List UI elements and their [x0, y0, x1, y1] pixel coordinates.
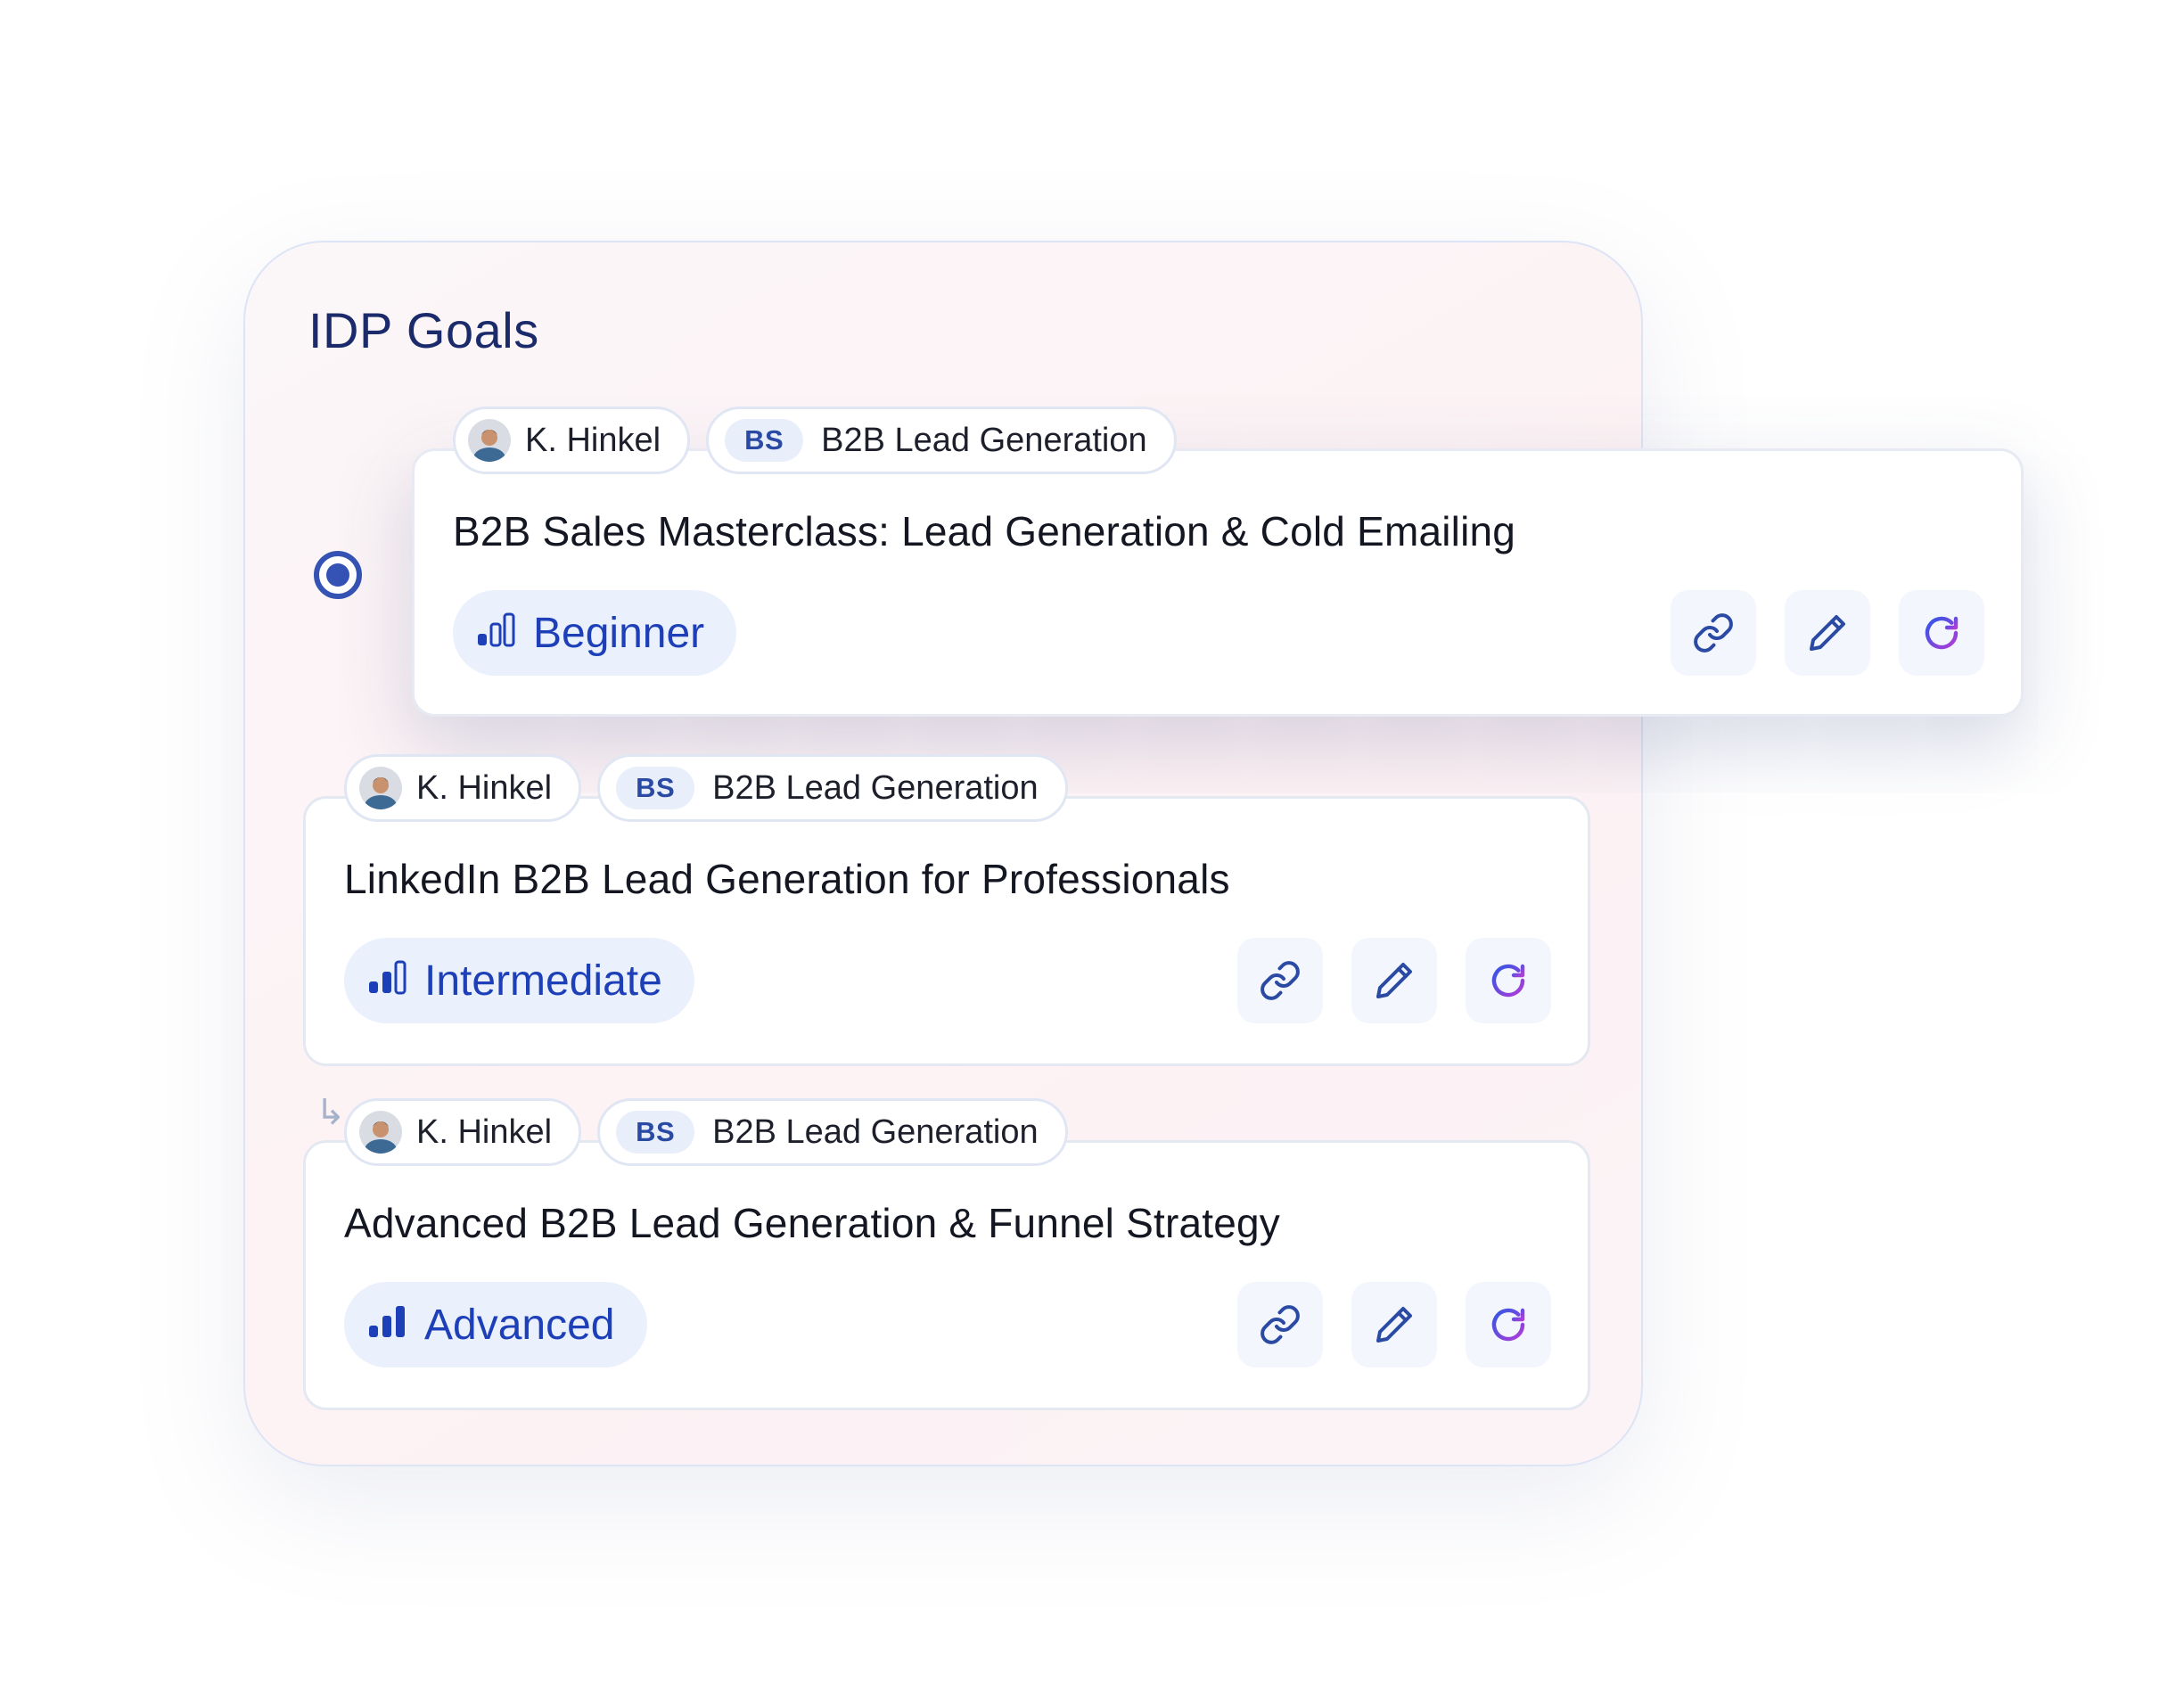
goal-card-body	[412, 448, 2024, 717]
category-abbr: BS	[725, 419, 804, 462]
refresh-icon	[1491, 964, 1525, 998]
refresh-icon	[1925, 616, 1959, 650]
goal-card-body	[303, 1140, 1590, 1410]
category-abbr: BS	[616, 1111, 695, 1154]
link-button[interactable]	[1237, 1282, 1323, 1367]
refresh-button[interactable]	[1899, 590, 1984, 676]
goal-actions	[1671, 590, 1984, 676]
goal-actions	[1237, 1282, 1551, 1367]
level-label: Beginner	[533, 609, 705, 657]
level-label: Intermediate	[424, 957, 662, 1005]
category-chip[interactable]: BS B2B Lead Generation	[597, 1098, 1068, 1166]
goal-chips: K. Hinkel BS B2B Lead Generation	[344, 1098, 1068, 1166]
goal-radio-selected[interactable]	[314, 551, 362, 599]
edit-button[interactable]	[1351, 938, 1437, 1023]
goal-title: LinkedIn B2B Lead Generation for Profess…	[344, 856, 1230, 902]
goal-card-body	[303, 796, 1590, 1066]
pencil-icon	[1810, 615, 1845, 651]
link-icon	[1261, 961, 1300, 1000]
owner-chip[interactable]: K. Hinkel	[344, 1098, 582, 1166]
edit-button[interactable]	[1785, 590, 1870, 676]
avatar	[468, 419, 511, 462]
refresh-icon	[1491, 1308, 1525, 1342]
level-badge: Intermediate	[344, 938, 694, 1023]
level-badge: Beginner	[453, 590, 737, 676]
signal-bars-icon	[367, 957, 424, 1006]
owner-chip[interactable]: K. Hinkel	[344, 754, 582, 822]
owner-chip[interactable]: K. Hinkel	[453, 406, 691, 474]
owner-name: K. Hinkel	[416, 1113, 553, 1151]
refresh-button[interactable]	[1466, 1282, 1551, 1367]
link-button[interactable]	[1671, 590, 1756, 676]
goal-chips: K. Hinkel BS B2B Lead Generation	[453, 406, 1177, 474]
goal-card[interactable]: K. Hinkel BS B2B Lead Generation Advance…	[303, 1098, 1590, 1410]
owner-name: K. Hinkel	[525, 421, 661, 459]
owner-name: K. Hinkel	[416, 768, 553, 807]
category-label: B2B Lead Generation	[821, 421, 1147, 459]
goal-chips: K. Hinkel BS B2B Lead Generation	[344, 754, 1068, 822]
goal-actions	[1237, 938, 1551, 1023]
signal-bars-icon	[367, 1301, 424, 1350]
category-chip[interactable]: BS B2B Lead Generation	[706, 406, 1177, 474]
pencil-icon	[1376, 963, 1412, 998]
panel-title: IDP Goals	[308, 302, 539, 358]
avatar	[359, 767, 402, 809]
avatar	[359, 1111, 402, 1154]
category-label: B2B Lead Generation	[712, 1113, 1039, 1151]
level-label: Advanced	[424, 1301, 615, 1349]
goal-card[interactable]: K. Hinkel BS B2B Lead Generation LinkedI…	[303, 754, 1590, 1066]
goal-title: B2B Sales Masterclass: Lead Generation &…	[453, 508, 1516, 554]
edit-button[interactable]	[1351, 1282, 1437, 1367]
category-label: B2B Lead Generation	[712, 768, 1039, 807]
pencil-icon	[1376, 1307, 1412, 1343]
category-abbr: BS	[616, 767, 695, 809]
link-icon	[1261, 1305, 1300, 1344]
level-badge: Advanced	[344, 1282, 647, 1367]
category-chip[interactable]: BS B2B Lead Generation	[597, 754, 1068, 822]
link-button[interactable]	[1237, 938, 1323, 1023]
goal-card[interactable]: K. Hinkel BS B2B Lead Generation B2B Sal…	[412, 406, 2024, 717]
signal-bars-icon	[476, 609, 533, 658]
link-icon	[1694, 613, 1733, 653]
goal-title: Advanced B2B Lead Generation & Funnel St…	[344, 1200, 1280, 1246]
refresh-button[interactable]	[1466, 938, 1551, 1023]
